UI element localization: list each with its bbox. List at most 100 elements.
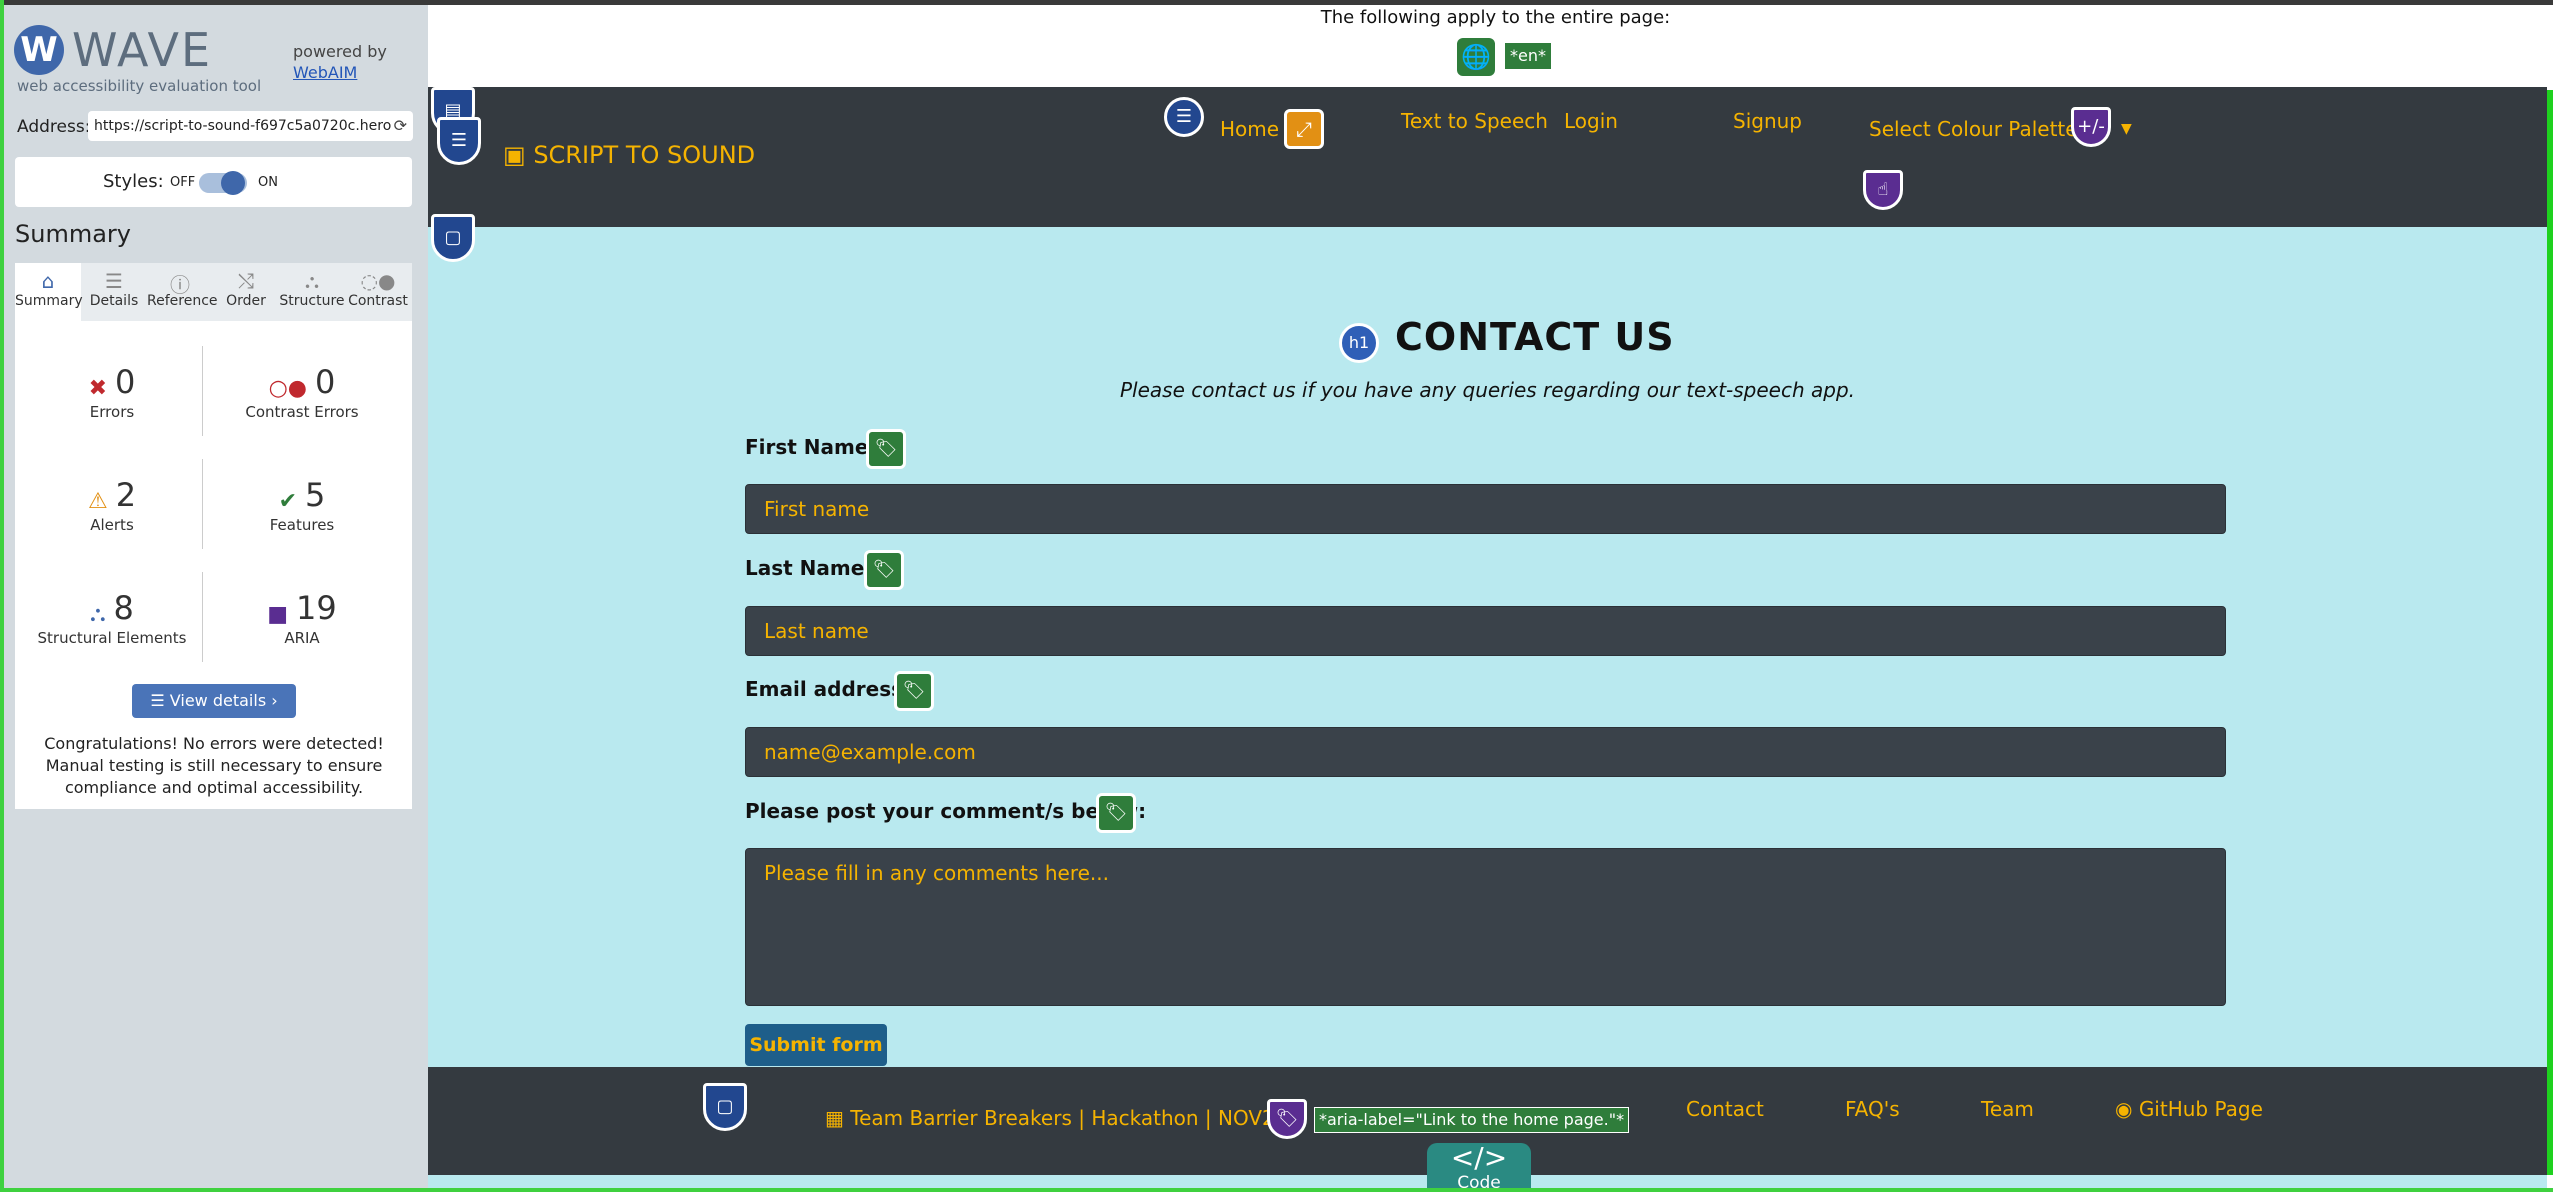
powered-by: powered by WebAIM	[293, 41, 387, 83]
nav-home[interactable]: Home	[1220, 117, 1279, 141]
alert-icon[interactable]: ⤢	[1284, 109, 1324, 149]
comment-textarea[interactable]: Please fill in any comments here...	[745, 848, 2226, 1006]
nav-text-to-speech[interactable]: Text to Speech	[1401, 109, 1548, 133]
globe-icon[interactable]: 🌐	[1457, 38, 1495, 76]
stat-alerts[interactable]: ⚠ 2 Alerts	[22, 476, 202, 534]
footer-home-link[interactable]: ▦ Team Barrier Breakers | Hackathon | NO…	[825, 1106, 1287, 1130]
footer-contact-link[interactable]: Contact	[1686, 1097, 1764, 1121]
footer-team-text: Team Barrier Breakers | Hackathon | NOV2…	[850, 1106, 1288, 1130]
error-icon: ✖	[88, 376, 108, 401]
first-name-input[interactable]: First name	[745, 484, 2226, 534]
tab-reference[interactable]: ⓘ Reference	[147, 263, 218, 321]
wave-logo-icon: W	[14, 25, 64, 75]
wave-sidebar: W WAVE web accessibility evaluation tool…	[0, 5, 428, 1192]
chevron-down-icon[interactable]: ▼	[2121, 121, 2132, 137]
stat-features[interactable]: ✔ 5 Features	[212, 476, 392, 534]
styles-toggle[interactable]	[199, 171, 247, 195]
tab-structure[interactable]: ⛬ Structure	[279, 263, 345, 321]
tab-structure-label: Structure	[279, 293, 345, 309]
list-icon: ☰	[105, 269, 123, 293]
alerts-label: Alerts	[90, 516, 134, 534]
contact-content: ▢ h1 CONTACT US Please contact us if you…	[428, 214, 2547, 1067]
label-tag-icon[interactable]: 🏷	[894, 671, 934, 711]
footer-team-link[interactable]: Team	[1981, 1097, 2034, 1121]
tab-contrast[interactable]: ◌● Contrast	[345, 263, 411, 321]
aria-count: 19	[296, 589, 337, 627]
tab-details-label: Details	[89, 293, 139, 309]
webaim-link[interactable]: WebAIM	[293, 63, 357, 82]
address-label: Address:	[17, 117, 91, 137]
nav-signup[interactable]: Signup	[1733, 109, 1802, 133]
contrast-errors-count: 0	[315, 363, 336, 401]
alert-icon: ⚠	[87, 489, 108, 514]
nav-colour-palette[interactable]: Select Colour Palette	[1869, 117, 2078, 141]
stat-aria[interactable]: ■ 19 ARIA	[212, 589, 392, 647]
tab-contrast-label: Contrast	[348, 293, 408, 309]
errors-label: Errors	[89, 403, 135, 421]
contrast-icon: ◌●	[360, 269, 396, 293]
footer-landmark-icon[interactable]: ▢	[703, 1083, 747, 1131]
main-landmark-icon[interactable]: ▢	[431, 214, 475, 262]
divider	[202, 572, 203, 662]
label-tag-icon[interactable]: 🏷	[864, 550, 904, 590]
navigation-landmark-icon[interactable]: ☰	[437, 117, 481, 165]
view-details-label: View details ›	[169, 691, 278, 710]
intro-text: Please contact us if you have any querie…	[1119, 378, 1856, 402]
tab-details[interactable]: ☰ Details	[81, 263, 147, 321]
h1-icon[interactable]: h1	[1339, 323, 1379, 363]
file-audio-icon: ▣	[503, 141, 534, 169]
stat-errors[interactable]: ✖ 0 Errors	[22, 363, 202, 421]
aria-label-icon[interactable]: 🏷	[1267, 1099, 1307, 1139]
stat-contrast-errors[interactable]: ○● 0 Contrast Errors	[212, 363, 392, 421]
brand-text: SCRIPT TO SOUND	[533, 141, 756, 169]
stat-structural[interactable]: ⛬ 8 Structural Elements	[22, 589, 202, 647]
info-icon: ⓘ	[170, 273, 190, 297]
page-scrollbar[interactable]	[2547, 90, 2553, 1175]
label-tag-icon[interactable]: 🏷	[1096, 793, 1136, 833]
features-label: Features	[269, 516, 335, 534]
refresh-icon[interactable]: ⟳	[390, 111, 407, 141]
address-value: https://script-to-sound-f697c5a0720c.her…	[94, 118, 400, 134]
footer-faqs-link[interactable]: FAQ's	[1845, 1097, 1900, 1121]
footer-github-link[interactable]: ◉ GitHub Page	[2115, 1097, 2263, 1121]
list-icon[interactable]: ☰	[1164, 97, 1204, 137]
ruler-icon: ▦	[825, 1106, 851, 1130]
contrast-errors-label: Contrast Errors	[245, 403, 359, 421]
page-notice-bar: The following apply to the entire page: …	[428, 5, 2547, 87]
alerts-count: 2	[115, 476, 137, 514]
structure-icon: ⛬	[90, 602, 106, 627]
aria-label-text: *aria-label="Link to the home page."*	[1314, 1107, 1630, 1133]
wave-tagline: web accessibility evaluation tool	[17, 77, 262, 95]
code-toggle-button[interactable]: </> Code	[1427, 1143, 1531, 1193]
window-left-border	[0, 0, 4, 1192]
tab-reference-label: Reference	[147, 293, 218, 309]
tab-order[interactable]: ⤭ Order	[213, 263, 279, 321]
github-label: GitHub Page	[2138, 1097, 2263, 1121]
address-field[interactable]: https://script-to-sound-f697c5a0720c.her…	[88, 111, 413, 141]
brand-link[interactable]: ▣ SCRIPT TO SOUND	[503, 141, 755, 169]
errors-count: 0	[115, 363, 136, 401]
last-name-label: Last Name:	[745, 556, 873, 580]
label-tag-icon[interactable]: 🏷	[866, 429, 906, 469]
aria-expanded-icon[interactable]: +/-	[2071, 107, 2111, 147]
feature-icon: ✔	[278, 489, 298, 514]
last-name-input[interactable]: Last name	[745, 606, 2226, 656]
email-input[interactable]: name@example.com	[745, 727, 2226, 777]
divider	[202, 459, 203, 549]
wave-logo-text: WAVE	[72, 23, 213, 77]
aria-menu-icon[interactable]: ☝	[1863, 170, 1903, 210]
order-icon: ⤭	[238, 269, 254, 293]
comment-label: Please post your comment/s below:	[745, 799, 1147, 823]
email-label: Email address:	[745, 677, 912, 701]
powered-by-label: powered by	[293, 42, 387, 61]
toggle-knob	[221, 171, 245, 195]
submit-button[interactable]: Submit form	[745, 1024, 887, 1066]
styles-off-label: OFF	[170, 175, 196, 190]
list-icon: ☰	[150, 691, 170, 710]
tab-summary[interactable]: ⌂ Summary	[15, 263, 83, 321]
congrats-message: Congratulations! No errors were detected…	[44, 734, 384, 797]
wave-tabs: ⌂ Summary ☰ Details ⓘ Reference ⤭ Order ⛬ Str…	[15, 263, 412, 321]
view-details-button[interactable]: ☰ View details ›	[132, 684, 296, 718]
page-notice-text: The following apply to the entire page:	[1320, 7, 1671, 28]
nav-login[interactable]: Login	[1564, 109, 1618, 133]
